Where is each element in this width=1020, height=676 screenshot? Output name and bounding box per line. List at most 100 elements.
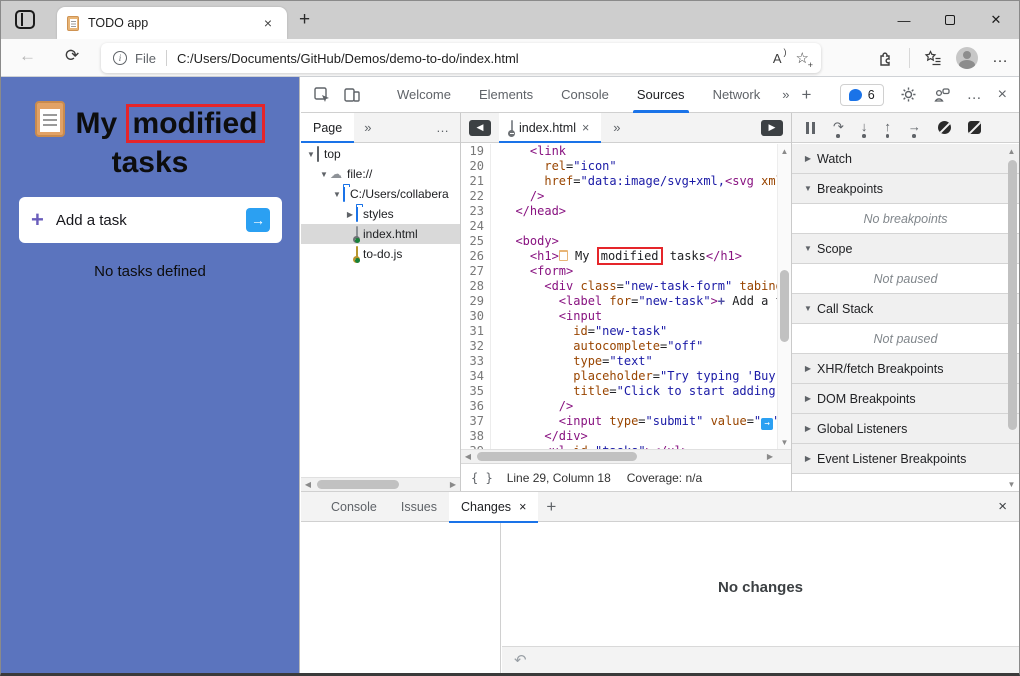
profile-avatar[interactable] <box>956 47 978 69</box>
code-text[interactable]: href="data:image/svg+xml,<svg xmlns <box>491 174 777 189</box>
debugger-vertical-scrollbar[interactable]: ▲ ▼ <box>1005 144 1019 491</box>
drawer-tab-console[interactable]: Console <box>319 492 389 522</box>
device-emulation-icon[interactable] <box>343 86 361 104</box>
close-window-button[interactable]: ✕ <box>973 1 1019 39</box>
code-text[interactable]: <body> <box>491 234 559 249</box>
section-breakpoints[interactable]: ▼Breakpoints <box>792 174 1019 204</box>
editor-more-tabs-icon[interactable]: » <box>613 120 620 135</box>
scroll-down-icon[interactable]: ▼ <box>778 435 791 449</box>
step-icon[interactable]: → <box>908 120 921 136</box>
add-task-form[interactable]: + Add a task → <box>19 197 282 243</box>
section-watch[interactable]: ▶Watch <box>792 144 1019 174</box>
issues-counter-button[interactable]: 6 <box>840 84 884 106</box>
navigator-more-menu-icon[interactable]: … <box>436 120 450 135</box>
read-aloud-icon[interactable]: A <box>773 51 782 66</box>
line-number[interactable]: 34 <box>461 369 491 384</box>
section-scope[interactable]: ▼Scope <box>792 234 1019 264</box>
address-bar[interactable]: i File C:/Users/Documents/GitHub/Demos/d… <box>101 43 821 73</box>
navigator-more-tabs-icon[interactable]: » <box>364 120 371 135</box>
minimize-button[interactable]: — <box>881 1 927 39</box>
scroll-up-icon[interactable]: ▲ <box>1005 144 1018 158</box>
scrollbar-thumb[interactable] <box>317 480 399 489</box>
tree-item-to-do.js[interactable]: to-do.js <box>301 244 460 264</box>
scroll-right-icon[interactable]: ▶ <box>446 478 460 491</box>
devtools-more-menu-icon[interactable]: … <box>967 86 982 103</box>
code-text[interactable]: rel="icon" <box>491 159 617 174</box>
drawer-tab-changes[interactable]: Changes × <box>449 492 538 522</box>
code-text[interactable]: /> <box>491 189 544 204</box>
expander-icon[interactable]: ▶ <box>344 210 356 219</box>
code-text[interactable]: </head> <box>491 204 566 219</box>
line-number[interactable]: 37 <box>461 414 491 429</box>
code-text[interactable]: <input <box>491 309 602 324</box>
expander-icon[interactable]: ▼ <box>802 244 814 253</box>
settings-gear-icon[interactable] <box>900 86 917 103</box>
step-out-icon[interactable]: ↑ <box>884 120 891 136</box>
code-text[interactable]: id="new-task" <box>491 324 667 339</box>
scroll-left-icon[interactable]: ◀ <box>461 450 475 463</box>
expander-icon[interactable]: ▶ <box>802 454 814 463</box>
page-info-icon[interactable]: i <box>113 51 127 65</box>
code-text[interactable]: /> <box>491 399 573 414</box>
more-tabs-icon[interactable]: » <box>782 87 789 102</box>
line-number[interactable]: 27 <box>461 264 491 279</box>
tab-close-icon[interactable]: × <box>259 15 277 31</box>
expander-icon[interactable]: ▼ <box>802 184 814 193</box>
line-number[interactable]: 23 <box>461 204 491 219</box>
tab-welcome[interactable]: Welcome <box>383 77 465 113</box>
expander-icon[interactable]: ▼ <box>331 190 343 199</box>
collapse-navigator-icon[interactable]: ◀ <box>469 120 491 136</box>
reload-button[interactable]: ⟳ <box>65 46 79 66</box>
drawer-add-tab-icon[interactable]: + <box>546 497 556 517</box>
code-text[interactable]: <div class="new-task-form" tabindex <box>491 279 777 294</box>
line-number[interactable]: 33 <box>461 354 491 369</box>
code-text[interactable]: type="text" <box>491 354 653 369</box>
favorites-bar-icon[interactable] <box>924 49 942 67</box>
pretty-print-icon[interactable]: { } <box>471 471 493 485</box>
section-global-listeners[interactable]: ▶Global Listeners <box>792 414 1019 444</box>
line-number[interactable]: 25 <box>461 234 491 249</box>
drawer-tab-issues[interactable]: Issues <box>389 492 449 522</box>
expander-icon[interactable]: ▼ <box>802 304 814 313</box>
drawer-close-icon[interactable]: × <box>998 498 1007 515</box>
expander-icon[interactable]: ▶ <box>802 394 814 403</box>
navigator-horizontal-scrollbar[interactable]: ◀ ▶ <box>301 477 460 491</box>
step-into-icon[interactable]: ↓ <box>861 120 868 136</box>
code-text[interactable]: placeholder="Try typing 'Buy mi <box>491 369 777 384</box>
line-number[interactable]: 35 <box>461 384 491 399</box>
line-number[interactable]: 22 <box>461 189 491 204</box>
navigator-tab-page[interactable]: Page <box>301 113 354 143</box>
devtools-close-icon[interactable]: × <box>998 86 1007 104</box>
line-number[interactable]: 19 <box>461 144 491 159</box>
code-text[interactable]: autocomplete="off" <box>491 339 703 354</box>
inspect-element-icon[interactable] <box>313 86 331 104</box>
code-text[interactable]: title="Click to start adding a <box>491 384 777 399</box>
maximize-button[interactable] <box>927 1 973 39</box>
tree-item-top[interactable]: ▼top <box>301 144 460 164</box>
add-favorite-icon[interactable]: ☆ <box>796 49 809 67</box>
line-number[interactable]: 24 <box>461 219 491 234</box>
line-number[interactable]: 21 <box>461 174 491 189</box>
deactivate-breakpoints-icon[interactable] <box>938 121 951 134</box>
line-number[interactable]: 30 <box>461 309 491 324</box>
editor-tab-index-html[interactable]: index.html × <box>499 113 601 143</box>
browser-tab-todo-app[interactable]: TODO app × <box>57 7 287 39</box>
code-text[interactable]: <link <box>491 144 566 159</box>
scroll-down-icon[interactable]: ▼ <box>1005 477 1018 491</box>
line-number[interactable]: 26 <box>461 249 491 264</box>
scroll-up-icon[interactable]: ▲ <box>778 144 791 158</box>
tree-item-styles[interactable]: ▶styles <box>301 204 460 224</box>
scroll-right-icon[interactable]: ▶ <box>763 450 777 463</box>
code-text[interactable] <box>491 219 501 234</box>
expand-debugger-icon[interactable]: ▶ <box>761 120 783 136</box>
expander-icon[interactable]: ▼ <box>305 150 317 159</box>
scrollbar-thumb[interactable] <box>780 270 789 342</box>
section-xhr-fetch-breakpoints[interactable]: ▶XHR/fetch Breakpoints <box>792 354 1019 384</box>
scrollbar-thumb[interactable] <box>477 452 637 461</box>
browser-menu-icon[interactable]: … <box>992 49 1009 67</box>
tab-network[interactable]: Network <box>699 77 775 113</box>
feedback-icon[interactable] <box>933 86 951 104</box>
tab-console[interactable]: Console <box>547 77 623 113</box>
expander-icon[interactable]: ▶ <box>802 364 814 373</box>
code-text[interactable]: <h1> My modified tasks</h1> <box>491 249 742 264</box>
